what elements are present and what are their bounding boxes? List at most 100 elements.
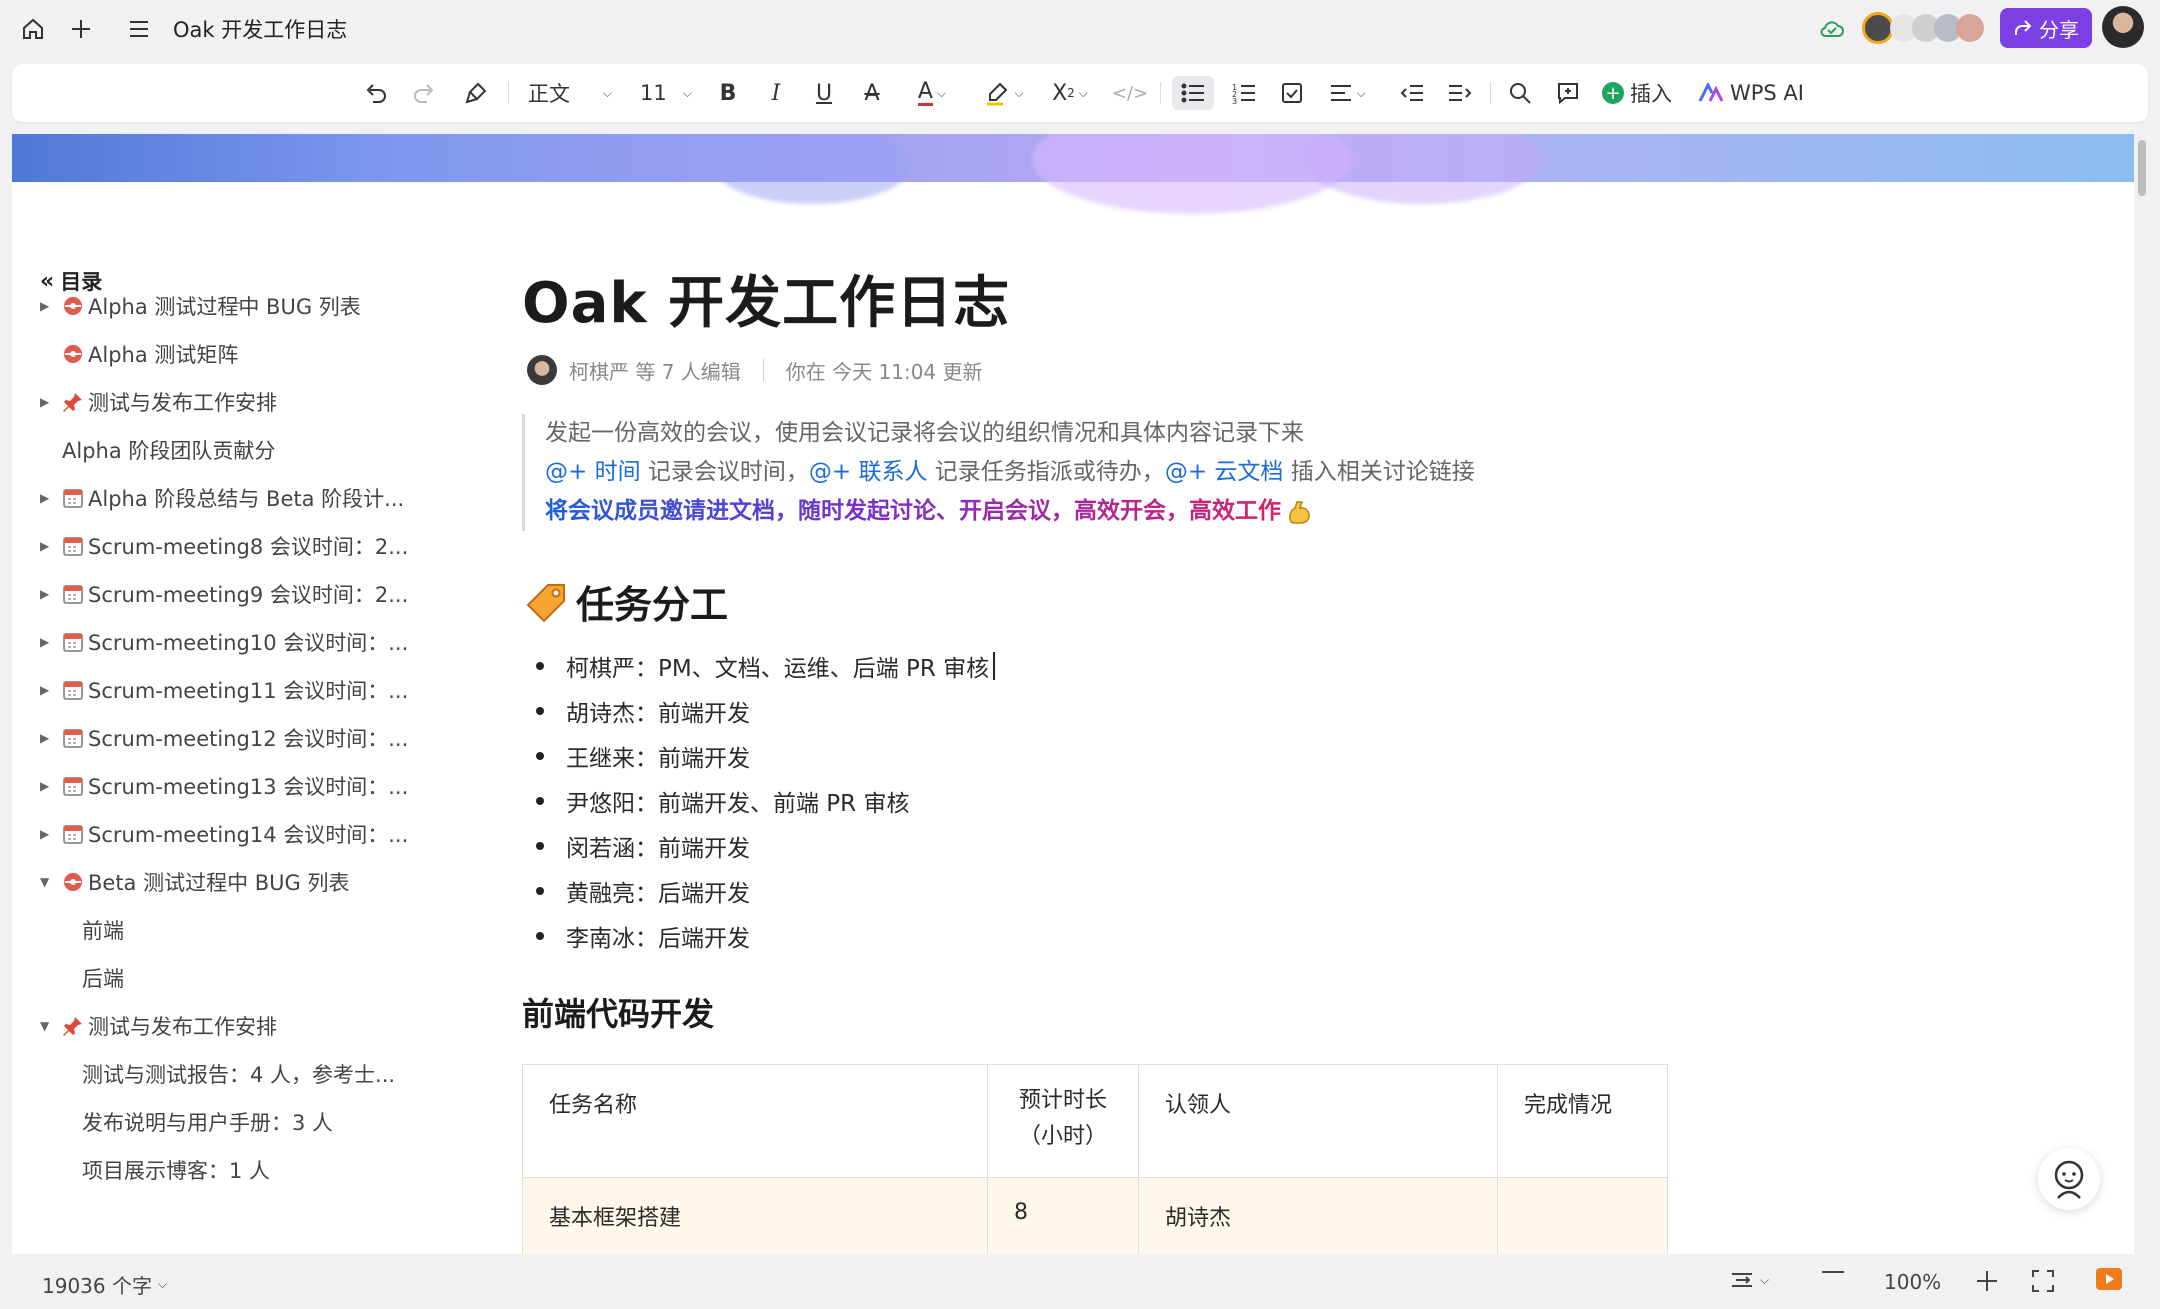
fullscreen-icon[interactable] bbox=[2032, 1270, 2054, 1292]
scrollbar-track[interactable] bbox=[2134, 134, 2148, 1254]
collapse-arrow-icon[interactable]: ▶ bbox=[40, 827, 54, 841]
comment-icon[interactable] bbox=[1550, 76, 1586, 110]
outline-item-label: Scrum-meeting14 会议时间：... bbox=[88, 823, 409, 847]
underline-icon[interactable]: U bbox=[806, 76, 842, 110]
assistant-bot-icon[interactable] bbox=[2038, 1148, 2100, 1210]
checklist-icon[interactable] bbox=[1274, 76, 1310, 110]
table-cell[interactable]: 胡诗杰 bbox=[1138, 1177, 1498, 1254]
outline-item[interactable]: ▶ Scrum-meeting9 会议时间：2... bbox=[40, 574, 409, 614]
italic-icon[interactable]: I bbox=[758, 76, 794, 110]
collapse-arrow-icon[interactable]: ▶ bbox=[40, 635, 54, 649]
status-bar: 19036 个字 ⌵ ⌵ 100% bbox=[0, 1254, 2160, 1309]
outline-item[interactable]: ▶ 测试与发布工作安排 bbox=[40, 382, 277, 422]
share-button[interactable]: 分享 bbox=[2000, 8, 2092, 48]
format-painter-icon[interactable] bbox=[458, 76, 494, 110]
paragraph-style-select[interactable]: 正文 ⌵ bbox=[520, 76, 620, 110]
font-size-select[interactable]: 11 ⌵ bbox=[632, 76, 700, 110]
outline-item[interactable]: 前端 bbox=[82, 910, 124, 950]
collapse-arrow-icon[interactable]: ▶ bbox=[40, 395, 54, 409]
bold-icon[interactable]: B bbox=[710, 76, 746, 110]
outline-item[interactable]: ▼ Beta 测试过程中 BUG 列表 bbox=[40, 862, 350, 902]
new-tab-plus-icon[interactable] bbox=[64, 12, 98, 46]
outline-item[interactable]: ▶ Scrum-meeting13 会议时间：... bbox=[40, 766, 408, 806]
insert-button[interactable]: + 插入 bbox=[1594, 76, 1680, 110]
home-icon[interactable] bbox=[16, 12, 50, 46]
outline-item[interactable]: 项目展示博客：1 人 bbox=[82, 1150, 270, 1190]
collapse-arrow-icon[interactable]: ▶ bbox=[40, 491, 54, 505]
word-count[interactable]: 19036 个字 ⌵ bbox=[42, 1270, 167, 1299]
outline-item[interactable]: Alpha 测试矩阵 bbox=[62, 334, 238, 374]
table-header-cell[interactable]: 预计时长 （小时） bbox=[987, 1064, 1139, 1178]
collapse-arrow-icon[interactable]: ▶ bbox=[40, 299, 54, 313]
list-item[interactable]: 黄融亮：后端开发 bbox=[536, 871, 750, 911]
presentation-icon[interactable] bbox=[2096, 1268, 2122, 1290]
highlight-icon[interactable]: ⌵ bbox=[974, 76, 1034, 110]
table-header-cell[interactable]: 完成情况 bbox=[1497, 1064, 1668, 1178]
search-icon[interactable] bbox=[1502, 76, 1538, 110]
table-header-cell[interactable]: 任务名称 bbox=[522, 1064, 988, 1178]
user-avatar[interactable] bbox=[2102, 6, 2144, 48]
outline-item-label: Alpha 测试过程中 BUG 列表 bbox=[88, 295, 361, 319]
list-item[interactable]: 王继来：前端开发 bbox=[536, 736, 750, 776]
document-title-tab[interactable]: Oak 开发工作日志 bbox=[173, 14, 347, 44]
outline-item[interactable]: 发布说明与用户手册：3 人 bbox=[82, 1102, 333, 1142]
bug-icon bbox=[62, 343, 88, 365]
collapse-arrow-icon[interactable]: ▶ bbox=[40, 779, 54, 793]
font-color-icon[interactable]: A ⌵ bbox=[902, 76, 962, 110]
zoom-level[interactable]: 100% bbox=[1884, 1270, 1941, 1294]
scrollbar-thumb[interactable] bbox=[2138, 140, 2146, 196]
mention-doc[interactable]: @+ 云文档 bbox=[1165, 459, 1284, 485]
list-item-text: 闵若涵：前端开发 bbox=[566, 836, 750, 862]
zoom-out-icon[interactable] bbox=[1822, 1270, 1844, 1274]
list-item[interactable]: 胡诗杰：前端开发 bbox=[536, 691, 750, 731]
collapse-arrow-icon[interactable]: ▶ bbox=[40, 731, 54, 745]
outline-item[interactable]: ▶ Scrum-meeting12 会议时间：... bbox=[40, 718, 409, 758]
view-mode-icon[interactable]: ⌵ bbox=[1730, 1270, 1769, 1290]
outline-item[interactable]: ▶ Scrum-meeting10 会议时间：... bbox=[40, 622, 408, 662]
redo-icon[interactable] bbox=[406, 76, 442, 110]
collapse-arrow-icon[interactable]: ▶ bbox=[40, 683, 54, 697]
strikethrough-icon[interactable]: A bbox=[854, 76, 890, 110]
align-icon[interactable]: ⌵ bbox=[1320, 76, 1376, 110]
meta-editors[interactable]: 柯棋严 等 7 人编辑 bbox=[569, 356, 741, 385]
menu-icon[interactable] bbox=[122, 12, 156, 46]
outline-item[interactable]: ▶ Scrum-meeting8 会议时间：2... bbox=[40, 526, 408, 566]
list-item[interactable]: 李南冰：后端开发 bbox=[536, 916, 750, 956]
outline-item[interactable]: ▼ 测试与发布工作安排 bbox=[40, 1006, 277, 1046]
collapse-arrow-icon[interactable]: ▶ bbox=[40, 539, 54, 553]
wps-ai-button[interactable]: WPS AI bbox=[1692, 76, 1810, 110]
mention-time[interactable]: @+ 时间 bbox=[545, 459, 641, 485]
expand-arrow-icon[interactable]: ▼ bbox=[40, 875, 54, 889]
mention-contact[interactable]: @+ 联系人 bbox=[809, 459, 928, 485]
table-header-cell[interactable]: 认领人 bbox=[1138, 1064, 1498, 1178]
outline-item[interactable]: ▶ Scrum-meeting14 会议时间：... bbox=[40, 814, 409, 854]
increase-indent-icon[interactable] bbox=[1442, 76, 1478, 110]
outline-item[interactable]: ▶ Scrum-meeting11 会议时间：... bbox=[40, 670, 408, 710]
outline-item-label: Scrum-meeting12 会议时间：... bbox=[88, 727, 409, 751]
title-bar: Oak 开发工作日志 分享 bbox=[0, 0, 2160, 56]
table-cell[interactable]: 基本框架搭建 bbox=[522, 1177, 988, 1254]
superscript-icon[interactable]: X 2 ⌵ bbox=[1042, 76, 1098, 110]
outline-item-label: Scrum-meeting9 会议时间：2... bbox=[88, 583, 409, 607]
zoom-in-icon[interactable] bbox=[1976, 1270, 1998, 1292]
list-item[interactable]: 闵若涵：前端开发 bbox=[536, 826, 750, 866]
list-item[interactable]: 柯棋严：PM、文档、运维、后端 PR 审核 bbox=[536, 646, 989, 686]
decrease-indent-icon[interactable] bbox=[1394, 76, 1430, 110]
bulleted-list-icon[interactable] bbox=[1172, 76, 1214, 110]
collaborator-avatars[interactable] bbox=[1862, 12, 1998, 46]
outline-item[interactable]: ▶ Alpha 阶段总结与 Beta 阶段计... bbox=[40, 478, 404, 518]
collapse-arrow-icon[interactable]: ▶ bbox=[40, 587, 54, 601]
table-cell[interactable]: 8 bbox=[987, 1177, 1139, 1254]
outline-item[interactable]: Alpha 阶段团队贡献分 bbox=[62, 430, 275, 470]
list-item[interactable]: 尹悠阳：前端开发、前端 PR 审核 bbox=[536, 781, 909, 821]
expand-arrow-icon[interactable]: ▼ bbox=[40, 1019, 54, 1033]
undo-icon[interactable] bbox=[358, 76, 394, 110]
table-cell[interactable] bbox=[1497, 1177, 1668, 1254]
outline-item[interactable]: 测试与测试报告：4 人，参考士... bbox=[82, 1054, 395, 1094]
cloud-sync-icon[interactable] bbox=[1815, 12, 1849, 46]
outline-item-label: 项目展示博客：1 人 bbox=[82, 1159, 271, 1183]
outline-item[interactable]: 后端 bbox=[82, 958, 124, 998]
outline-item[interactable]: ▶ Alpha 测试过程中 BUG 列表 bbox=[40, 286, 361, 326]
code-icon[interactable]: </> bbox=[1112, 76, 1148, 110]
numbered-list-icon[interactable]: 123 bbox=[1226, 76, 1262, 110]
